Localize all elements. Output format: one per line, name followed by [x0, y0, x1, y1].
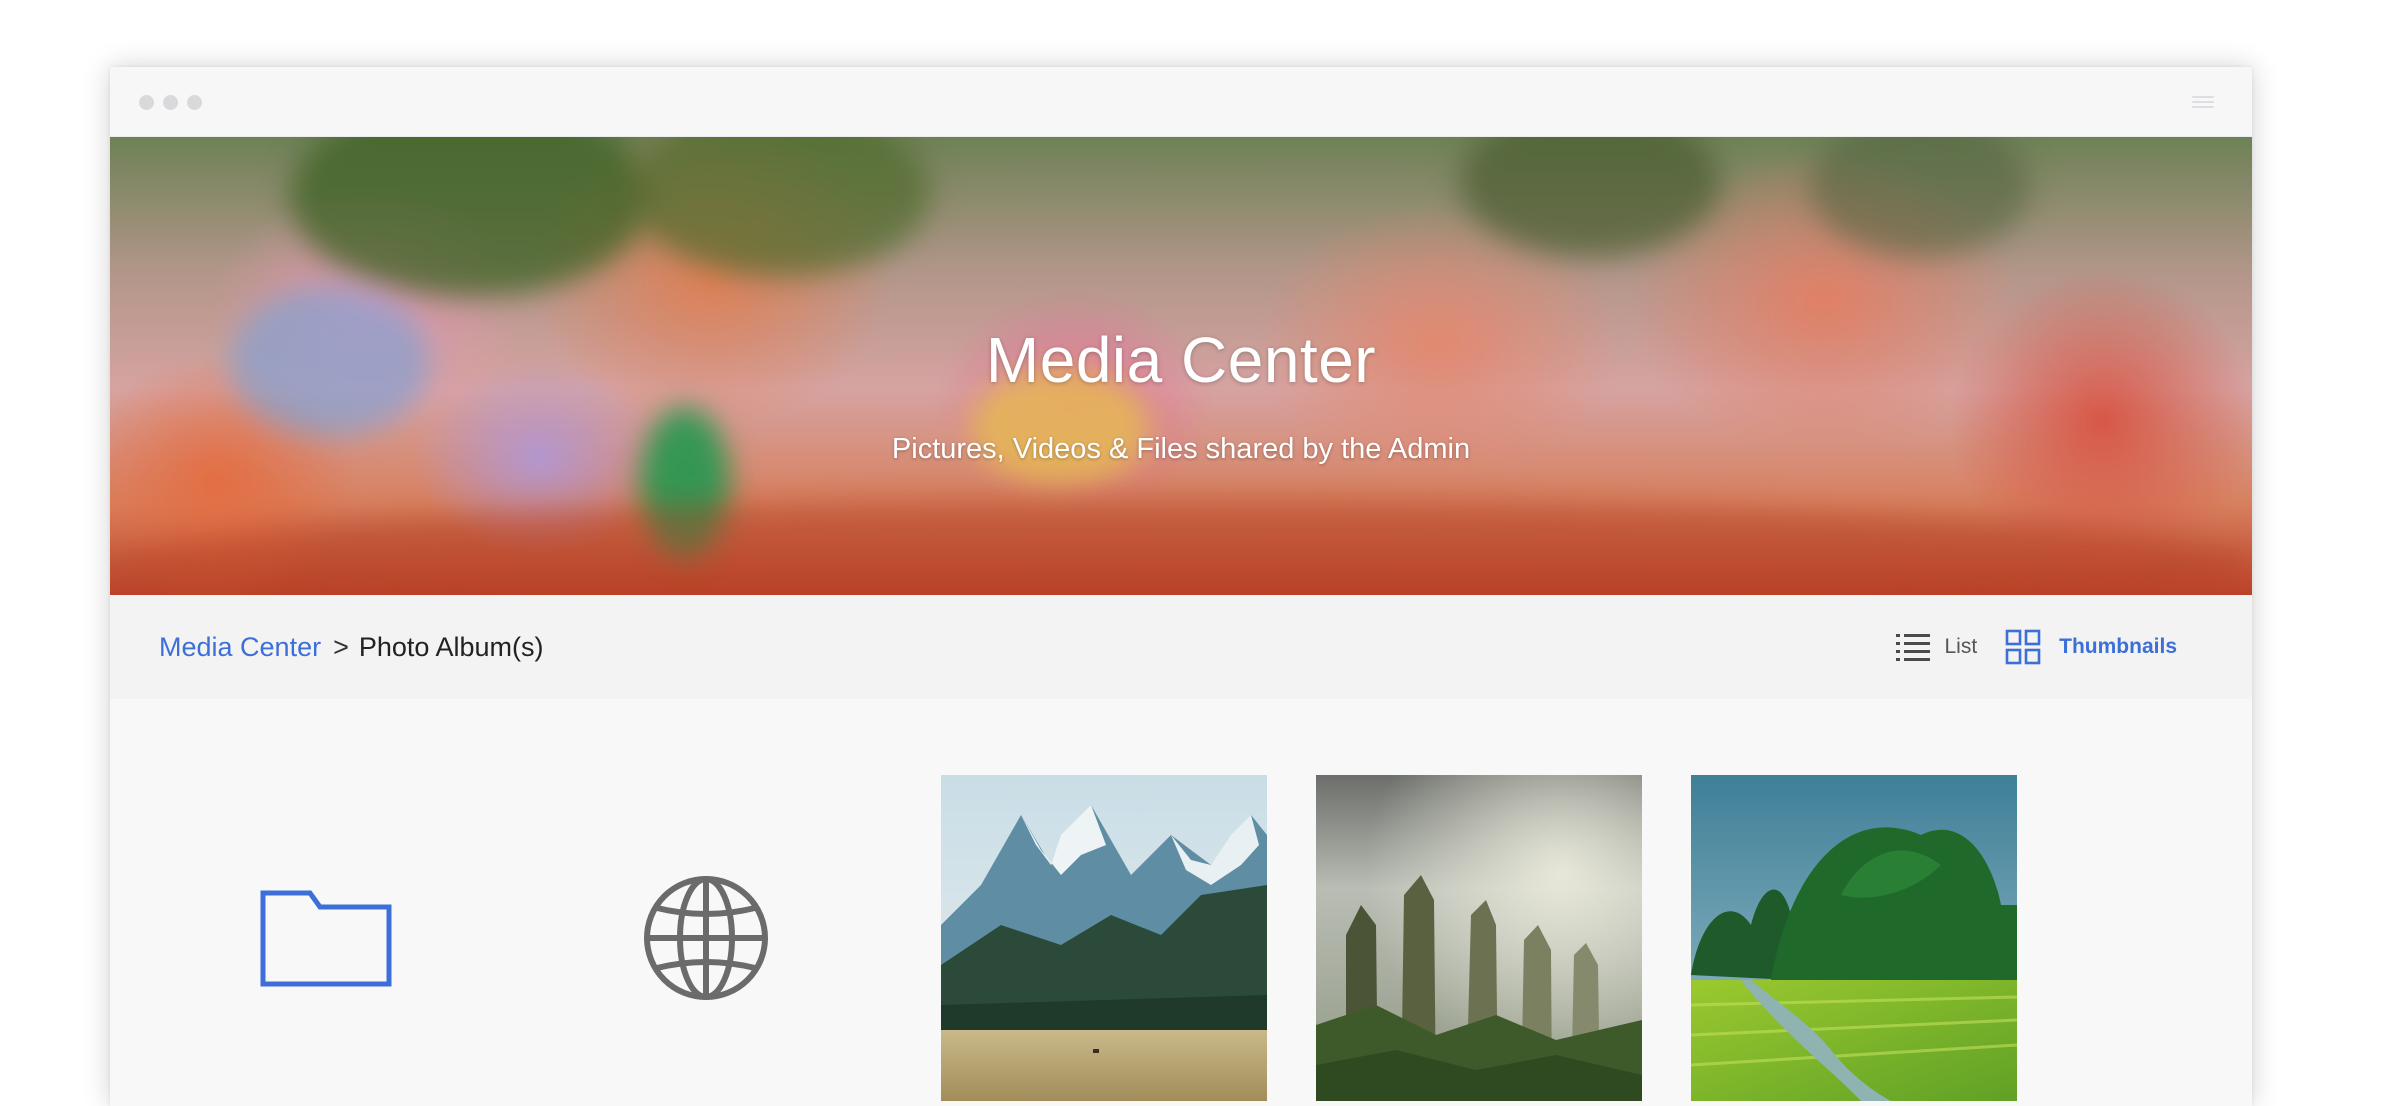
- list-view-label: List: [1944, 635, 1978, 658]
- view-toggle: List Thumbnails: [1896, 595, 2177, 699]
- album-tile-folder[interactable]: [163, 775, 489, 1101]
- mountains-thumbnail: [941, 775, 1267, 1101]
- browser-window: Media Center Pictures, Videos & Files sh…: [110, 67, 2252, 1106]
- green-valley-thumbnail: [1691, 775, 2017, 1101]
- page-title: Media Center: [985, 324, 1377, 396]
- folder-icon: [260, 890, 392, 987]
- window-control-dot[interactable]: [187, 95, 202, 110]
- window-control-dot[interactable]: [139, 95, 154, 110]
- globe-icon: [644, 876, 768, 1000]
- page-subtitle: Pictures, Videos & Files shared by the A…: [891, 433, 1471, 465]
- rock-pillars-thumbnail: [1316, 775, 1642, 1101]
- album-toolbar: Media Center > Photo Album(s) List Thumb…: [110, 595, 2252, 699]
- window-control-dot[interactable]: [163, 95, 178, 110]
- album-tile-web[interactable]: [543, 775, 869, 1101]
- thumbnails-view-button[interactable]: Thumbnails: [2005, 629, 2177, 665]
- list-icon: [1896, 634, 1931, 661]
- window-titlebar: [110, 67, 2252, 137]
- breadcrumb: Media Center > Photo Album(s): [159, 595, 543, 699]
- hero-banner: Media Center Pictures, Videos & Files sh…: [110, 137, 2252, 595]
- breadcrumb-current: Photo Album(s): [358, 631, 544, 662]
- breadcrumb-link-media-center[interactable]: Media Center: [159, 632, 321, 663]
- hamburger-menu-icon[interactable]: [2192, 91, 2214, 113]
- grid-icon: [2005, 629, 2041, 665]
- album-photo-rock-pillars[interactable]: [1316, 775, 1642, 1101]
- breadcrumb-separator: >: [333, 631, 349, 662]
- album-grid: [110, 699, 2252, 1106]
- album-photo-green-valley[interactable]: [1691, 775, 2017, 1101]
- list-view-button[interactable]: List: [1896, 632, 1977, 662]
- thumbnails-view-label: Thumbnails: [2059, 635, 2177, 658]
- album-photo-mountains[interactable]: [941, 775, 1267, 1101]
